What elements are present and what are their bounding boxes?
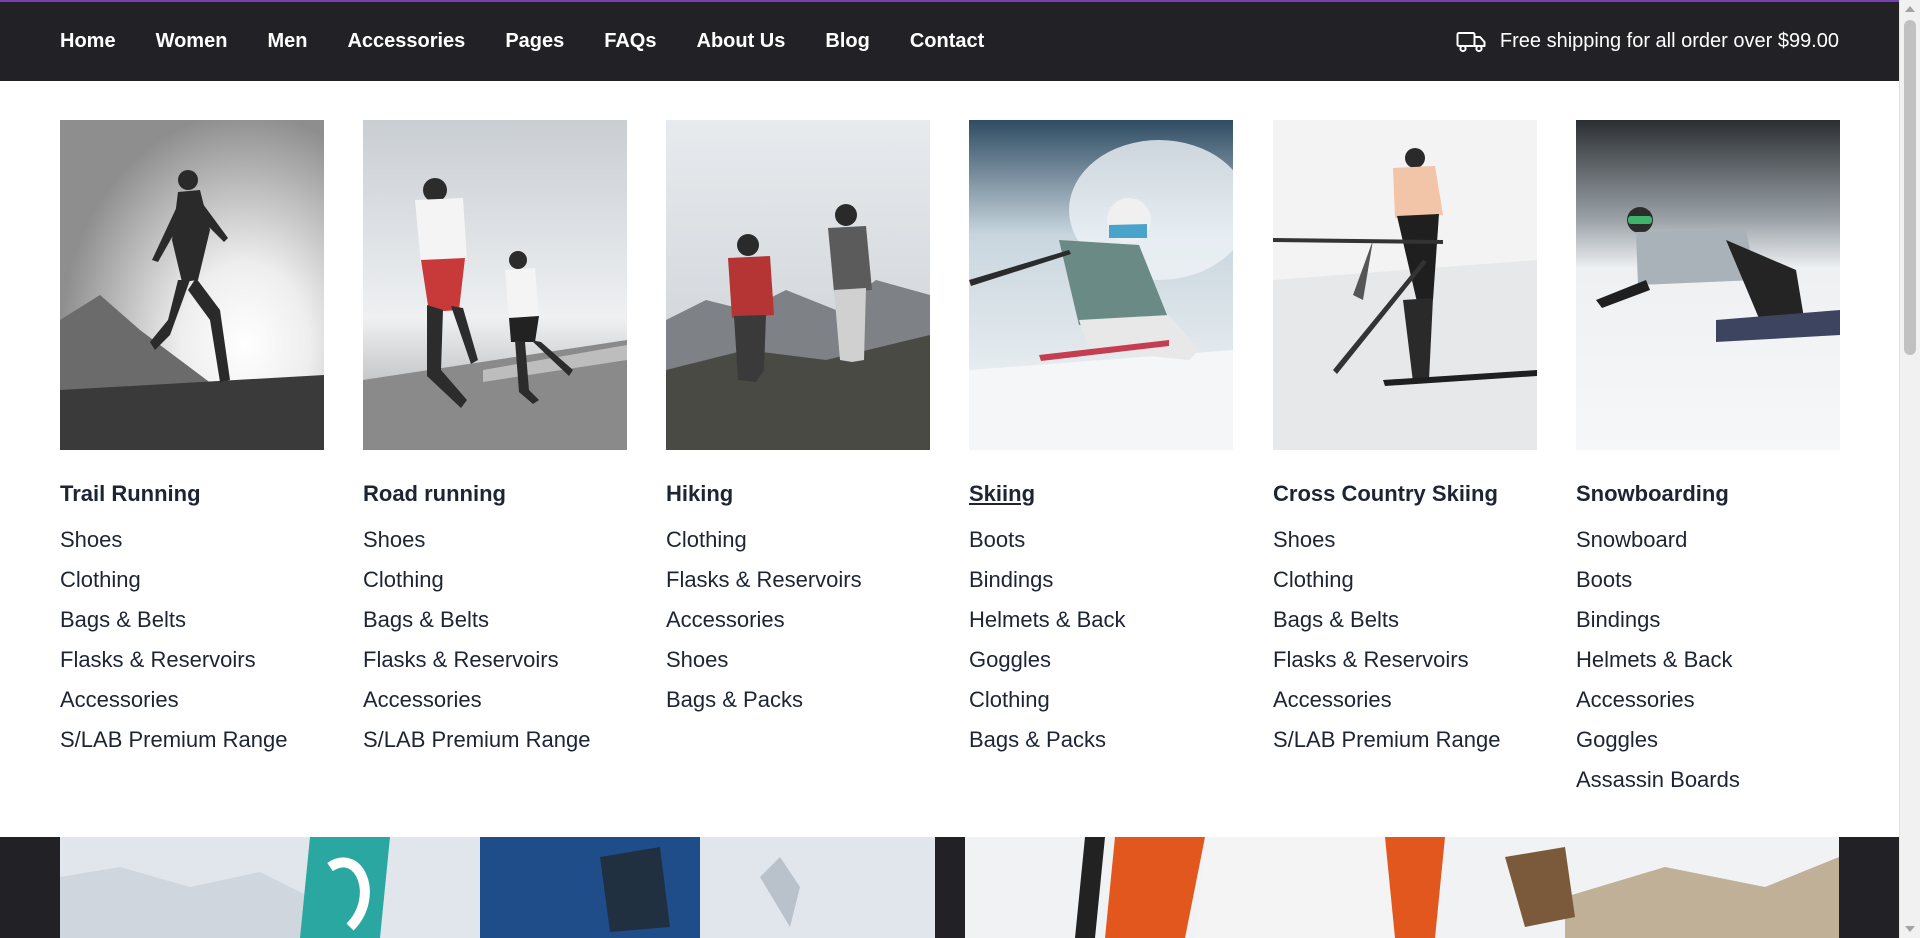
- skiing-list: Boots Bindings Helmets & Back Goggles Cl…: [969, 520, 1233, 760]
- menu-column-hiking: Hiking Clothing Flasks & Reservoirs Acce…: [666, 120, 930, 720]
- nav-link-pages[interactable]: Pages: [505, 30, 564, 53]
- promo-banners: [0, 837, 1899, 938]
- trail-running-title[interactable]: Trail Running: [60, 480, 324, 508]
- menu-item[interactable]: Boots: [1576, 560, 1840, 600]
- menu-item[interactable]: Shoes: [363, 520, 627, 560]
- road-running-title[interactable]: Road running: [363, 480, 627, 508]
- menu-item[interactable]: S/LAB Premium Range: [60, 720, 324, 760]
- menu-item[interactable]: Flasks & Reservoirs: [60, 640, 324, 680]
- menu-item[interactable]: Accessories: [60, 680, 324, 720]
- snowboarding-image[interactable]: [1576, 120, 1840, 450]
- menu-item[interactable]: Bags & Packs: [969, 720, 1233, 760]
- nav-links: Home Women Men Accessories Pages FAQs Ab…: [60, 2, 1024, 81]
- menu-item[interactable]: Helmets & Back: [1576, 640, 1840, 680]
- menu-item[interactable]: Accessories: [1273, 680, 1537, 720]
- hiking-list: Clothing Flasks & Reservoirs Accessories…: [666, 520, 930, 720]
- scroll-up-arrow-icon[interactable]: [1905, 6, 1915, 12]
- road-running-list: Shoes Clothing Bags & Belts Flasks & Res…: [363, 520, 627, 760]
- menu-item[interactable]: Bindings: [969, 560, 1233, 600]
- menu-item[interactable]: Snowboard: [1576, 520, 1840, 560]
- menu-item[interactable]: Clothing: [60, 560, 324, 600]
- skiing-title[interactable]: Skiing: [969, 480, 1233, 508]
- mega-menu: Trail Running Shoes Clothing Bags & Belt…: [0, 81, 1899, 837]
- menu-item[interactable]: Boots: [969, 520, 1233, 560]
- trail-running-image[interactable]: [60, 120, 324, 450]
- menu-item[interactable]: Clothing: [1273, 560, 1537, 600]
- nav-link-contact[interactable]: Contact: [910, 30, 984, 53]
- menu-column-cross-country-skiing: Cross Country Skiing Shoes Clothing Bags…: [1273, 120, 1537, 760]
- menu-column-road-running: Road running Shoes Clothing Bags & Belts…: [363, 120, 627, 760]
- promo-banner-left[interactable]: [60, 837, 935, 938]
- snowboarding-title[interactable]: Snowboarding: [1576, 480, 1840, 508]
- scroll-down-arrow-icon[interactable]: [1905, 926, 1915, 932]
- cross-country-skiing-title[interactable]: Cross Country Skiing: [1273, 480, 1537, 508]
- nav-link-women[interactable]: Women: [156, 30, 228, 53]
- menu-item[interactable]: Bags & Packs: [666, 680, 930, 720]
- nav-link-faqs[interactable]: FAQs: [604, 30, 656, 53]
- snowboarding-list: Snowboard Boots Bindings Helmets & Back …: [1576, 520, 1840, 800]
- trail-running-list: Shoes Clothing Bags & Belts Flasks & Res…: [60, 520, 324, 760]
- skiing-image[interactable]: [969, 120, 1233, 450]
- menu-item[interactable]: Accessories: [1576, 680, 1840, 720]
- menu-item[interactable]: Flasks & Reservoirs: [363, 640, 627, 680]
- cross-country-skiing-list: Shoes Clothing Bags & Belts Flasks & Res…: [1273, 520, 1537, 760]
- page-scrollbar[interactable]: [1899, 0, 1920, 938]
- nav-link-home[interactable]: Home: [60, 30, 116, 53]
- promo-banner-right[interactable]: [965, 837, 1839, 938]
- truck-icon: [1456, 31, 1486, 52]
- menu-item[interactable]: Clothing: [666, 520, 930, 560]
- menu-item[interactable]: Flasks & Reservoirs: [1273, 640, 1537, 680]
- menu-item[interactable]: Bindings: [1576, 600, 1840, 640]
- menu-item[interactable]: Shoes: [1273, 520, 1537, 560]
- menu-item[interactable]: Assassin Boards: [1576, 760, 1840, 800]
- shipping-text: Free shipping for all order over $99.00: [1499, 30, 1839, 52]
- menu-item[interactable]: Helmets & Back: [969, 600, 1233, 640]
- menu-column-snowboarding: Snowboarding Snowboard Boots Bindings He…: [1576, 120, 1840, 800]
- nav-link-about-us[interactable]: About Us: [697, 30, 786, 53]
- shipping-notice: Free shipping for all order over $99.00: [1456, 2, 1839, 81]
- hiking-title[interactable]: Hiking: [666, 480, 930, 508]
- menu-item[interactable]: Shoes: [666, 640, 930, 680]
- nav-link-accessories[interactable]: Accessories: [347, 30, 465, 53]
- menu-item[interactable]: Accessories: [666, 600, 930, 640]
- menu-item[interactable]: Bags & Belts: [1273, 600, 1537, 640]
- menu-item[interactable]: Accessories: [363, 680, 627, 720]
- scrollbar-thumb[interactable]: [1904, 20, 1916, 355]
- menu-item[interactable]: S/LAB Premium Range: [1273, 720, 1537, 760]
- menu-item[interactable]: Shoes: [60, 520, 324, 560]
- menu-item[interactable]: Bags & Belts: [60, 600, 324, 640]
- hiking-image[interactable]: [666, 120, 930, 450]
- menu-item[interactable]: Goggles: [969, 640, 1233, 680]
- nav-link-blog[interactable]: Blog: [825, 30, 869, 53]
- menu-item[interactable]: Clothing: [363, 560, 627, 600]
- menu-column-trail-running: Trail Running Shoes Clothing Bags & Belt…: [60, 120, 324, 760]
- menu-item[interactable]: Bags & Belts: [363, 600, 627, 640]
- menu-column-skiing: Skiing Boots Bindings Helmets & Back Gog…: [969, 120, 1233, 760]
- nav-link-men[interactable]: Men: [267, 30, 307, 53]
- menu-item[interactable]: Flasks & Reservoirs: [666, 560, 930, 600]
- road-running-image[interactable]: [363, 120, 627, 450]
- menu-item[interactable]: Clothing: [969, 680, 1233, 720]
- cross-country-skiing-image[interactable]: [1273, 120, 1537, 450]
- menu-item[interactable]: Goggles: [1576, 720, 1840, 760]
- main-navbar: Home Women Men Accessories Pages FAQs Ab…: [0, 2, 1899, 81]
- menu-item[interactable]: S/LAB Premium Range: [363, 720, 627, 760]
